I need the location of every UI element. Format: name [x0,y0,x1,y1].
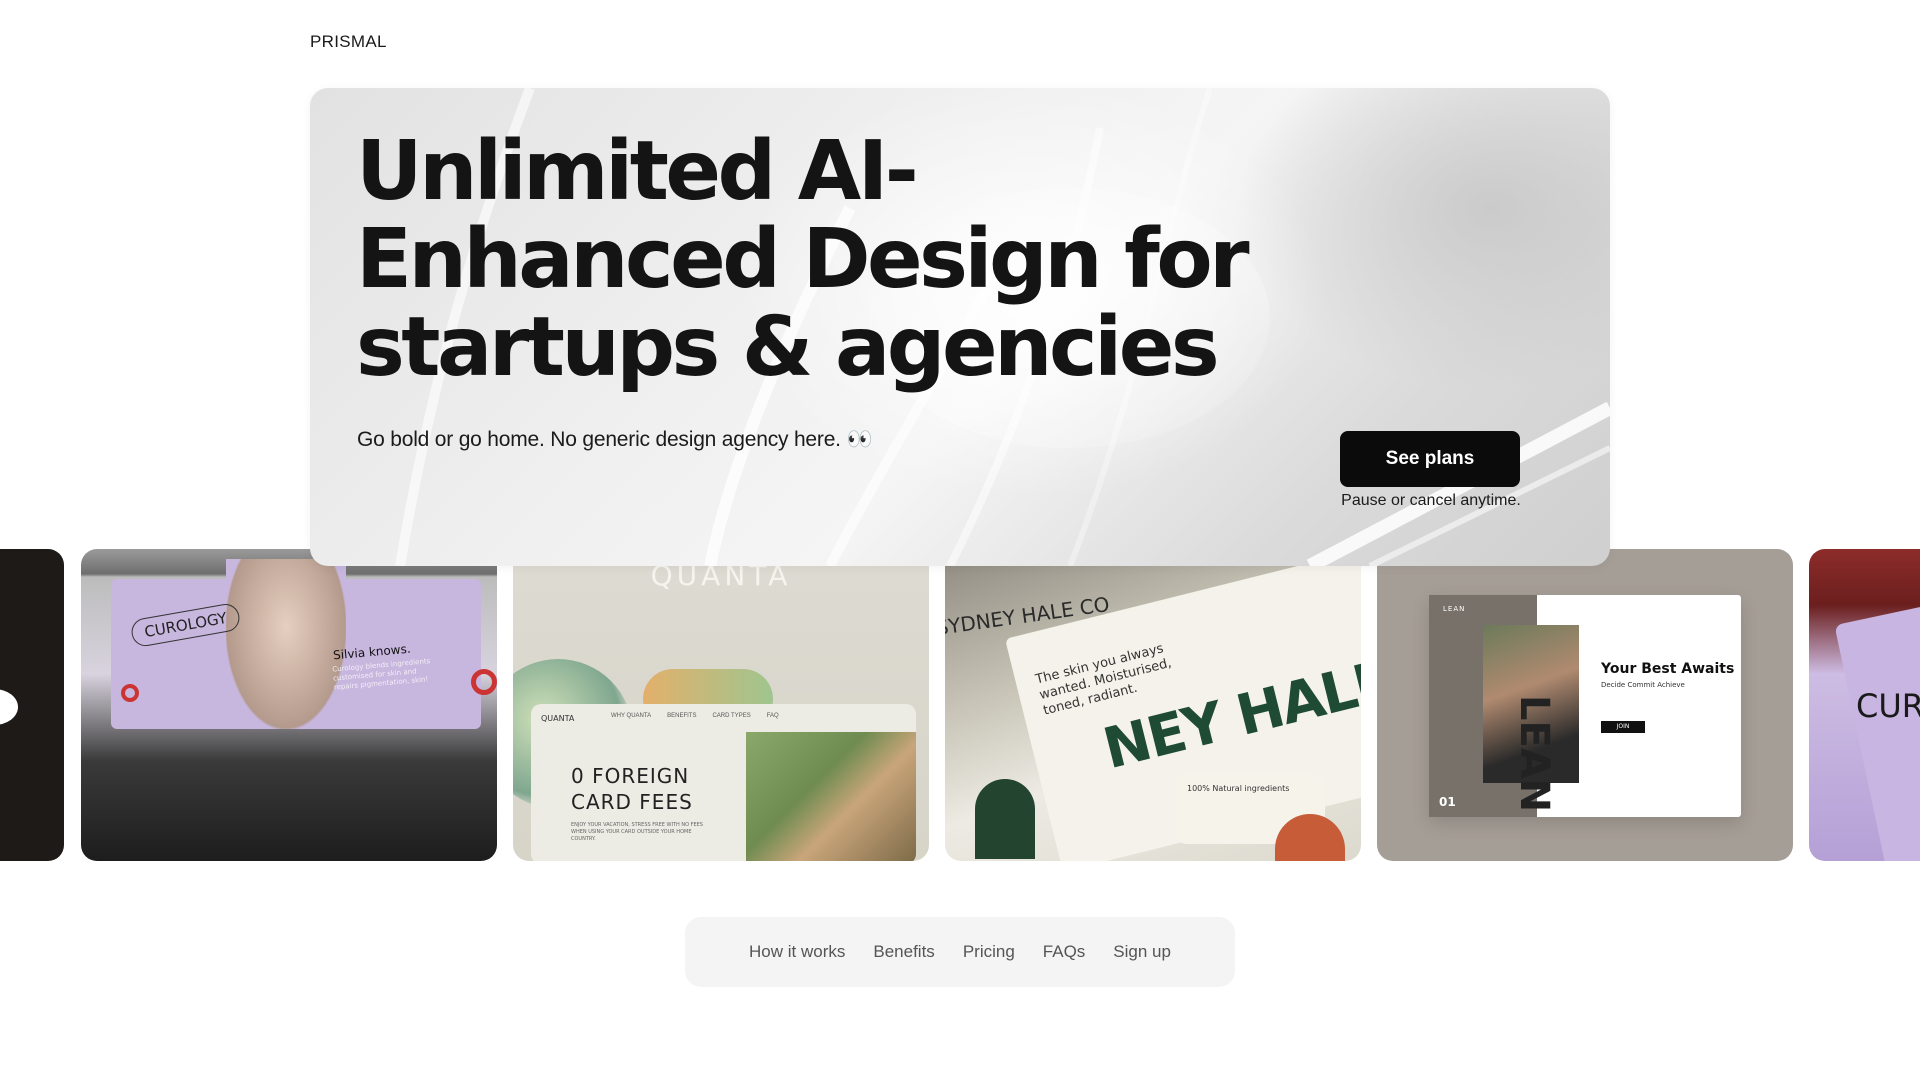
quanta-nav-logo: QUANTA [541,714,575,723]
nav-sign-up[interactable]: Sign up [1113,942,1171,962]
lean-brand: LEAN [1443,605,1466,613]
product-shape [975,779,1035,859]
gallery-tile-curology[interactable]: CUROLOGY Silvia knows. Curology blends i… [81,549,497,861]
quanta-person-photo [746,732,916,861]
gallery-tile-partial-left[interactable] [0,549,64,861]
portrait-image [226,559,346,729]
quanta-nav-item: WHY QUANTA [611,713,652,719]
quanta-webpage: QUANTA WHY QUANTA BENEFITS CARD TYPES FA… [531,704,916,861]
lean-join-button: JOIN [1601,721,1645,733]
portfolio-gallery: CUROLOGY Silvia knows. Curology blends i… [0,549,1920,861]
lean-vertical-text: LEAN [1511,695,1557,813]
nav-benefits[interactable]: Benefits [873,942,934,962]
gallery-tile-sydney-hale[interactable]: SYDNEY HALE CO SYDNEY HALE CO The skin y… [945,549,1361,861]
sydney-ingredients: 100% Natural ingredients [1187,784,1290,793]
nav-faqs[interactable]: FAQs [1043,942,1086,962]
see-plans-button[interactable]: See plans [1340,431,1520,487]
partial-brand: CUR [1856,687,1920,725]
tile-shape [0,689,18,725]
quanta-nav-item: FAQ [766,713,779,719]
hero-subtitle: Go bold or go home. No generic design ag… [357,428,873,451]
gallery-tile-quanta[interactable]: QUANTA QUANTA WHY QUANTA BENEFITS CARD T… [513,549,929,861]
gallery-tile-lean[interactable]: LEAN LEAN Your Best Awaits Decide Commit… [1377,549,1793,861]
lean-webpage: LEAN LEAN Your Best Awaits Decide Commit… [1429,595,1741,817]
bottom-nav: How it works Benefits Pricing FAQs Sign … [685,917,1235,987]
quanta-nav-item: CARD TYPES [712,713,751,719]
nav-how-it-works[interactable]: How it works [749,942,845,962]
hero-card: Unlimited AI-Enhanced Design for startup… [310,88,1610,566]
lean-subhead: Decide Commit Achieve [1601,681,1685,689]
underground-roundel-icon [121,684,139,702]
hero-title: Unlimited AI-Enhanced Design for startup… [356,124,1250,395]
gallery-tile-partial-right[interactable]: CUR [1809,549,1920,861]
lean-headline: Your Best Awaits [1601,661,1735,677]
poster-shape [1834,598,1920,861]
underground-roundel-icon [471,669,497,695]
nav-pricing[interactable]: Pricing [963,942,1015,962]
quanta-headline-1: 0 FOREIGN [571,764,690,788]
quanta-nav: WHY QUANTA BENEFITS CARD TYPES FAQ [611,713,779,719]
cta-note: Pause or cancel anytime. [1341,492,1521,509]
quanta-nav-item: BENEFITS [667,713,697,719]
lean-number: 01 [1439,795,1456,809]
quanta-headline-2: CARD FEES [571,790,693,814]
brand-logo[interactable]: PRISMAL [310,32,387,52]
quanta-body: ENJOY YOUR VACATION, STRESS FREE WITH NO… [571,822,703,842]
